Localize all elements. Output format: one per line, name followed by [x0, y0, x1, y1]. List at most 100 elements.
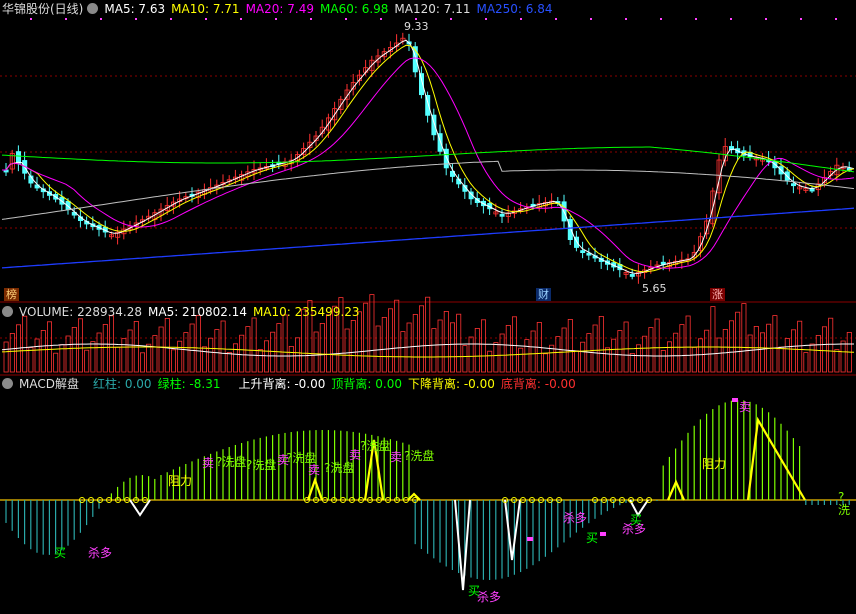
event-tag-finance[interactable]: 财 — [536, 288, 551, 301]
volume-bar — [34, 338, 40, 373]
macd-signal-label: 卖 — [308, 463, 321, 477]
macd-signal-label: 买 — [586, 531, 599, 545]
volume-bar — [394, 299, 400, 373]
volume-ma10-line — [1, 346, 855, 358]
volume-bar — [220, 320, 226, 373]
volume-bar — [617, 330, 623, 373]
high-price-label: 9.33 — [404, 20, 429, 33]
ma60-value: MA60: 6.98 — [320, 2, 389, 16]
volume-bar — [778, 346, 784, 373]
volume-bar — [418, 305, 424, 373]
volume-bar — [772, 315, 778, 373]
volume-bar — [840, 340, 846, 373]
volume-bar — [580, 341, 586, 373]
volume-bar — [375, 325, 381, 373]
price-chart[interactable] — [1, 32, 855, 284]
volume-ma5: MA5: 210802.14 — [148, 305, 247, 319]
volume-bar — [431, 328, 437, 373]
ma20-value: MA20: 7.49 — [245, 2, 314, 16]
volume-bar — [9, 332, 15, 373]
volume-header: VOLUME: 228934.28 MA5: 210802.14 MA10: 235… — [0, 304, 366, 320]
volume-settings-icon[interactable] — [2, 306, 13, 317]
volume-bar — [40, 329, 46, 373]
volume-bar — [71, 326, 77, 373]
volume-bar — [115, 346, 121, 373]
volume-bar — [716, 337, 722, 373]
volume-bar — [791, 329, 797, 373]
macd-signal-label: 阻力 — [702, 457, 727, 471]
ma5-value: MA5: 7.63 — [104, 2, 166, 16]
volume-bar — [183, 332, 189, 373]
marker — [135, 18, 137, 20]
candle-body — [499, 213, 505, 217]
volume-bar — [710, 306, 716, 373]
macd-chart[interactable] — [0, 398, 856, 591]
volume-bar — [96, 332, 102, 373]
volume-bar — [195, 314, 201, 373]
volume-bar — [288, 345, 294, 373]
volume-bar — [22, 315, 28, 373]
volume-bar — [164, 317, 170, 373]
volume-bar — [524, 339, 530, 373]
ma120-line — [1, 160, 855, 220]
volume-bar — [356, 311, 362, 373]
marker — [835, 18, 837, 20]
up-divergence: 上升背离: -0.00 — [238, 377, 326, 391]
volume-bar — [245, 326, 251, 373]
volume-bar — [729, 320, 735, 373]
ma10-value: MA10: 7.71 — [171, 2, 240, 16]
volume-bar — [381, 316, 387, 373]
marker — [65, 18, 67, 20]
volume-bar — [480, 319, 486, 373]
settings-dot-icon[interactable] — [87, 3, 99, 14]
macd-header: MACD解盘 红柱: 0.00 绿柱: -8.31 上升背离: -0.00 顶背离: 0… — [0, 376, 582, 392]
macd-spike — [454, 499, 471, 591]
volume-bar — [834, 349, 840, 373]
volume-bar — [462, 345, 468, 373]
volume-bar — [567, 318, 573, 373]
marker — [240, 18, 242, 20]
volume-bar — [102, 323, 108, 373]
volume-bar — [53, 352, 59, 373]
volume-bar — [673, 332, 679, 373]
volume-bar — [512, 316, 518, 373]
volume-value: VOLUME: 228934.28 — [19, 305, 142, 319]
volume-bar — [319, 322, 325, 373]
volume-bar — [722, 328, 728, 373]
stock-title: 华锦股份(日线) — [2, 2, 84, 16]
volume-bar — [84, 349, 90, 373]
macd-signal-label: 阻力 — [168, 474, 193, 488]
down-divergence: 下降背离: -0.00 — [407, 377, 495, 391]
macd-signal-label: 买 — [630, 513, 643, 527]
marker — [380, 18, 382, 20]
volume-bar — [3, 341, 9, 373]
volume-bar — [350, 319, 356, 373]
marker — [590, 18, 592, 20]
candle-body — [809, 188, 815, 192]
volume-bar — [648, 327, 654, 373]
marker — [695, 18, 697, 20]
price-header: 华锦股份(日线) MA5: 7.63 MA10: 7.71 MA20: 7.49 MA6… — [2, 1, 559, 17]
volume-ma10: MA10: 235499.23 — [252, 305, 360, 319]
volume-bar — [828, 317, 834, 373]
volume-bar — [276, 323, 282, 373]
event-tag-rank[interactable]: 榜 — [4, 288, 19, 301]
red-bar-value: 红柱: 0.00 — [92, 377, 152, 391]
macd-title: MACD解盘 — [19, 377, 79, 391]
volume-bar — [598, 315, 604, 373]
volume-bar — [239, 334, 245, 373]
volume-bar — [152, 335, 158, 373]
volume-bar — [499, 333, 505, 373]
marker — [520, 18, 522, 20]
volume-bar — [468, 336, 474, 373]
signal-marker — [527, 537, 533, 541]
volume-bar — [90, 341, 96, 373]
volume-bar — [201, 346, 207, 373]
event-tag-limit-up[interactable]: 涨 — [710, 288, 725, 301]
candle-body — [15, 151, 21, 164]
volume-bar — [809, 343, 815, 373]
volume-bar — [65, 335, 71, 373]
marker — [485, 18, 487, 20]
macd-signal-label: ?洗盘 — [246, 458, 277, 472]
macd-settings-icon[interactable] — [2, 378, 13, 389]
